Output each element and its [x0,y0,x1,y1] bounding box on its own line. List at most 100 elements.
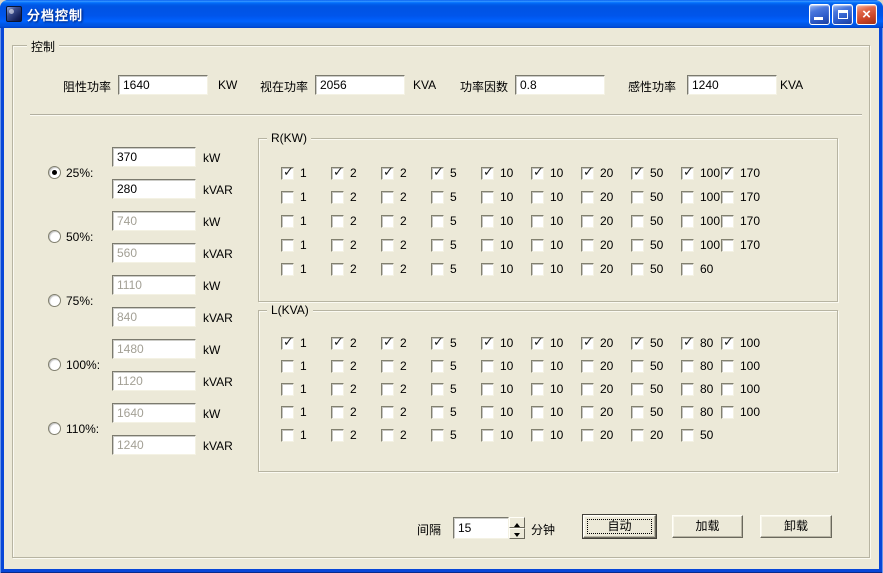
r-checkbox[interactable]: ✓ [281,165,294,180]
l-checkbox[interactable]: ✓ [681,335,694,350]
r-checkbox[interactable]: ✓ [631,165,644,180]
level-radio[interactable] [48,358,61,371]
l-checkbox[interactable] [721,383,734,396]
l-checkbox[interactable] [281,406,294,419]
l-checkbox[interactable]: ✓ [331,335,344,350]
l-checkbox[interactable] [431,406,444,419]
level-radio[interactable] [48,230,61,243]
r-checkbox[interactable] [481,215,494,228]
level-radio[interactable] [48,422,61,435]
r-checkbox[interactable] [281,239,294,252]
minimize-button[interactable] [809,4,830,25]
r-checkbox[interactable] [381,239,394,252]
r-checkbox[interactable]: ✓ [381,165,394,180]
r-checkbox[interactable] [681,215,694,228]
l-checkbox[interactable] [281,429,294,442]
l-checkbox[interactable] [331,429,344,442]
r-checkbox[interactable] [721,239,734,252]
r-checkbox[interactable] [681,191,694,204]
resistive-power-input[interactable] [118,75,208,95]
r-checkbox[interactable] [431,263,444,276]
l-checkbox[interactable] [331,383,344,396]
r-checkbox[interactable] [531,263,544,276]
l-checkbox[interactable] [631,429,644,442]
r-checkbox[interactable] [381,191,394,204]
r-checkbox[interactable] [331,263,344,276]
r-checkbox[interactable] [631,215,644,228]
load-button[interactable]: 加载 [672,515,743,538]
l-checkbox[interactable] [581,429,594,442]
l-checkbox[interactable] [721,406,734,419]
r-checkbox[interactable] [531,239,544,252]
level-radio[interactable] [48,294,61,307]
l-checkbox[interactable]: ✓ [381,335,394,350]
apparent-power-input[interactable] [315,75,405,95]
l-checkbox[interactable]: ✓ [581,335,594,350]
l-checkbox[interactable] [381,429,394,442]
l-checkbox[interactable] [631,383,644,396]
l-checkbox[interactable] [681,360,694,373]
l-checkbox[interactable] [431,429,444,442]
l-checkbox[interactable] [331,406,344,419]
r-checkbox[interactable] [381,263,394,276]
interval-spin-down-icon[interactable] [509,528,525,539]
r-checkbox[interactable]: ✓ [431,165,444,180]
power-factor-input[interactable] [515,75,605,95]
l-checkbox[interactable] [631,360,644,373]
r-checkbox[interactable]: ✓ [581,165,594,180]
r-checkbox[interactable] [581,191,594,204]
l-checkbox[interactable]: ✓ [721,335,734,350]
r-checkbox[interactable] [631,263,644,276]
close-button[interactable]: × [856,4,877,25]
r-checkbox[interactable] [581,263,594,276]
r-checkbox[interactable] [681,263,694,276]
level-radio[interactable] [48,166,61,179]
r-checkbox[interactable] [431,239,444,252]
l-checkbox[interactable] [431,360,444,373]
l-checkbox[interactable] [431,383,444,396]
l-checkbox[interactable]: ✓ [281,335,294,350]
r-checkbox[interactable] [631,239,644,252]
r-checkbox[interactable]: ✓ [331,165,344,180]
l-checkbox[interactable] [381,383,394,396]
l-checkbox[interactable]: ✓ [481,335,494,350]
l-checkbox[interactable] [531,360,544,373]
r-checkbox[interactable] [581,215,594,228]
r-checkbox[interactable]: ✓ [721,165,734,180]
maximize-button[interactable] [832,4,853,25]
r-checkbox[interactable] [281,263,294,276]
l-checkbox[interactable] [631,406,644,419]
auto-button[interactable]: 自动 [583,515,656,538]
interval-input[interactable] [453,517,509,539]
r-checkbox[interactable] [631,191,644,204]
level-kw-input[interactable] [112,147,196,167]
level-kvar-input[interactable] [112,179,196,199]
l-checkbox[interactable] [281,360,294,373]
interval-spin-up-icon[interactable] [509,517,525,528]
l-checkbox[interactable] [281,383,294,396]
l-checkbox[interactable] [481,406,494,419]
l-checkbox[interactable]: ✓ [531,335,544,350]
l-checkbox[interactable] [531,429,544,442]
l-checkbox[interactable] [481,360,494,373]
r-checkbox[interactable] [531,215,544,228]
r-checkbox[interactable] [281,215,294,228]
l-checkbox[interactable] [681,429,694,442]
r-checkbox[interactable] [331,215,344,228]
r-checkbox[interactable] [681,239,694,252]
l-checkbox[interactable] [531,406,544,419]
l-checkbox[interactable]: ✓ [431,335,444,350]
l-checkbox[interactable] [581,406,594,419]
r-checkbox[interactable] [531,191,544,204]
r-checkbox[interactable] [481,263,494,276]
l-checkbox[interactable] [581,383,594,396]
l-checkbox[interactable] [681,383,694,396]
r-checkbox[interactable] [381,215,394,228]
l-checkbox[interactable] [481,429,494,442]
r-checkbox[interactable] [721,191,734,204]
l-checkbox[interactable] [581,360,594,373]
r-checkbox[interactable] [281,191,294,204]
r-checkbox[interactable] [481,239,494,252]
r-checkbox[interactable]: ✓ [531,165,544,180]
l-checkbox[interactable] [721,360,734,373]
